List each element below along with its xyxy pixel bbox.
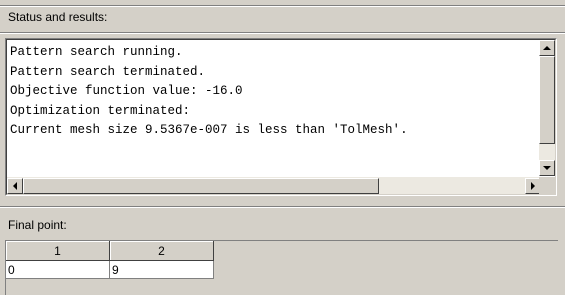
column-header[interactable]: 2 [109,241,214,261]
arrow-right-icon [531,182,535,190]
final-point-label: Final point: [8,218,67,232]
status-line: Pattern search terminated. [10,64,206,79]
status-text-area[interactable]: Pattern search running. Pattern search t… [7,40,541,176]
horizontal-scrollbar[interactable] [7,177,541,194]
scroll-up-button[interactable] [539,40,555,56]
vertical-scroll-thumb[interactable] [539,56,555,144]
arrow-up-icon [543,46,551,50]
arrow-down-icon [543,166,551,170]
final-point-table: 1 2 0 9 [6,241,214,279]
scroll-corner [539,177,555,194]
status-header-separator [0,32,565,34]
status-line: Current mesh size 9.5367e-007 is less th… [10,123,408,138]
scroll-down-button[interactable] [539,160,555,176]
column-header[interactable]: 1 [6,241,110,261]
top-separator [0,5,565,7]
horizontal-scroll-thumb[interactable] [23,178,379,194]
scroll-left-button[interactable] [7,178,23,194]
arrow-left-icon [13,182,17,190]
vertical-scrollbar[interactable] [539,40,555,176]
table-cell[interactable]: 9 [109,260,214,279]
table-cell[interactable]: 0 [6,260,110,279]
final-point-separator [0,206,565,208]
status-line: Pattern search running. [10,45,183,59]
status-results-label: Status and results: [8,10,108,24]
final-point-table-area: 1 2 0 9 [5,240,558,295]
status-line: Objective function value: -16.0 [10,84,243,99]
status-line: Optimization terminated: [10,103,191,118]
status-results-panel: Pattern search running. Pattern search t… [5,38,557,196]
